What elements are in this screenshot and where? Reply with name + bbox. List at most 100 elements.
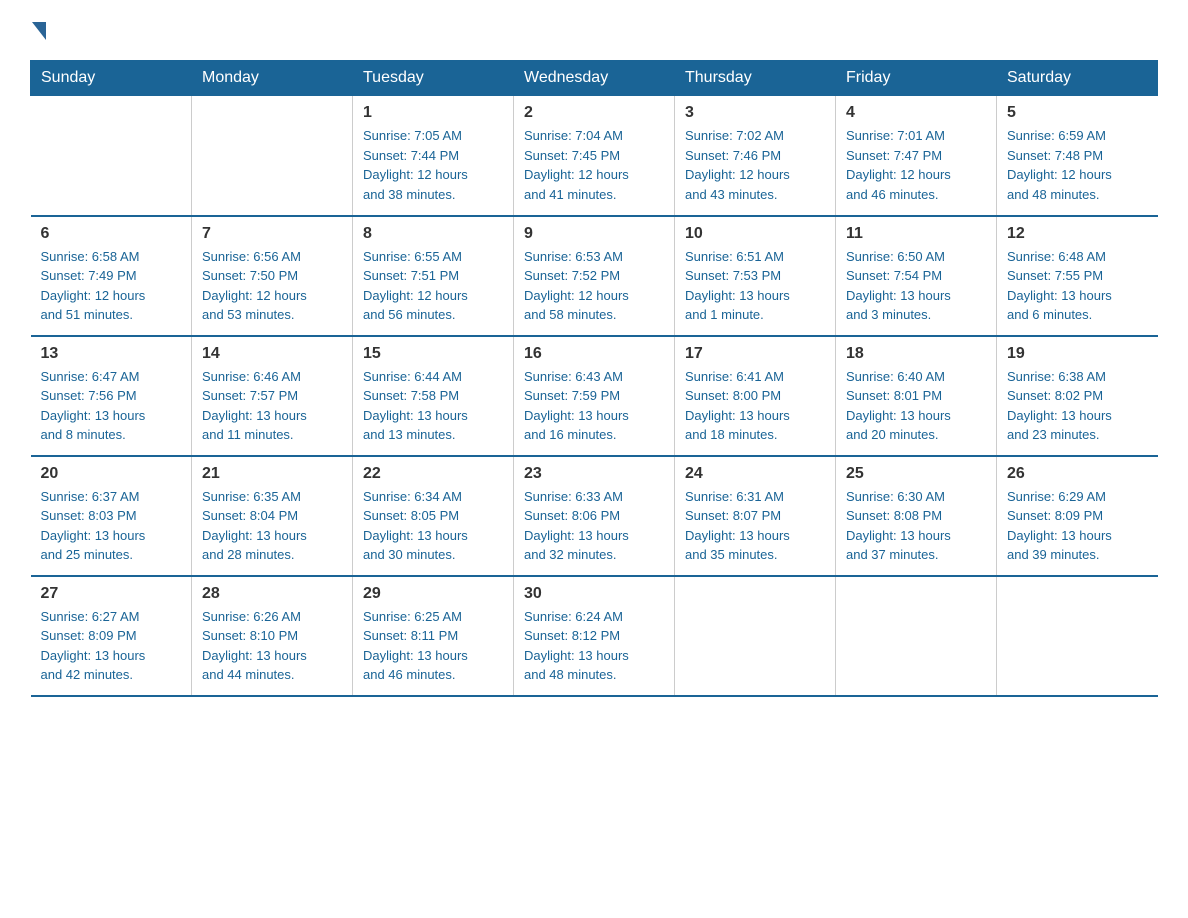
calendar-day-cell: 8 Sunrise: 6:55 AM Sunset: 7:51 PM Daylig… (353, 216, 514, 336)
day-info: Sunrise: 7:05 AM Sunset: 7:44 PM Dayligh… (363, 126, 503, 204)
calendar-day-cell: 30 Sunrise: 6:24 AM Sunset: 8:12 PM Dayli… (514, 576, 675, 696)
calendar-table: SundayMondayTuesdayWednesdayThursdayFrid… (30, 60, 1158, 697)
day-info: Sunrise: 6:38 AM Sunset: 8:02 PM Dayligh… (1007, 367, 1148, 445)
day-info: Sunrise: 6:31 AM Sunset: 8:07 PM Dayligh… (685, 487, 825, 565)
day-info: Sunrise: 6:27 AM Sunset: 8:09 PM Dayligh… (41, 607, 182, 685)
calendar-day-cell: 6 Sunrise: 6:58 AM Sunset: 7:49 PM Daylig… (31, 216, 192, 336)
calendar-week-row: 27 Sunrise: 6:27 AM Sunset: 8:09 PM Dayli… (31, 576, 1158, 696)
day-info: Sunrise: 6:26 AM Sunset: 8:10 PM Dayligh… (202, 607, 342, 685)
day-number: 27 (41, 585, 182, 603)
calendar-day-cell: 18Sunrise: 6:40 AM Sunset: 8:01 PM Dayli… (836, 336, 997, 456)
day-info: Sunrise: 7:01 AM Sunset: 7:47 PM Dayligh… (846, 126, 986, 204)
day-info: Sunrise: 7:04 AM Sunset: 7:45 PM Dayligh… (524, 126, 664, 204)
day-number: 28 (202, 585, 342, 603)
day-number: 9 (524, 225, 664, 243)
day-info: Sunrise: 6:37 AM Sunset: 8:03 PM Dayligh… (41, 487, 182, 565)
day-number: 5 (1007, 104, 1148, 122)
day-number: 26 (1007, 465, 1148, 483)
calendar-day-cell: 11Sunrise: 6:50 AM Sunset: 7:54 PM Dayli… (836, 216, 997, 336)
calendar-day-header: Friday (836, 61, 997, 96)
day-number: 1 (363, 104, 503, 122)
calendar-day-cell (192, 96, 353, 216)
calendar-day-cell: 23 Sunrise: 6:33 AM Sunset: 8:06 PM Dayli… (514, 456, 675, 576)
day-info: Sunrise: 6:29 AM Sunset: 8:09 PM Dayligh… (1007, 487, 1148, 565)
calendar-week-row: 6 Sunrise: 6:58 AM Sunset: 7:49 PM Daylig… (31, 216, 1158, 336)
page-header (30, 20, 1158, 40)
day-number: 25 (846, 465, 986, 483)
day-info: Sunrise: 6:34 AM Sunset: 8:05 PM Dayligh… (363, 487, 503, 565)
calendar-day-cell: 13 Sunrise: 6:47 AM Sunset: 7:56 PM Dayli… (31, 336, 192, 456)
day-info: Sunrise: 6:33 AM Sunset: 8:06 PM Dayligh… (524, 487, 664, 565)
day-number: 23 (524, 465, 664, 483)
day-number: 8 (363, 225, 503, 243)
calendar-day-cell: 9 Sunrise: 6:53 AM Sunset: 7:52 PM Daylig… (514, 216, 675, 336)
calendar-header-row: SundayMondayTuesdayWednesdayThursdayFrid… (31, 61, 1158, 96)
calendar-day-header: Wednesday (514, 61, 675, 96)
day-number: 6 (41, 225, 182, 243)
logo (30, 20, 46, 40)
day-info: Sunrise: 6:58 AM Sunset: 7:49 PM Dayligh… (41, 247, 182, 325)
calendar-day-cell (31, 96, 192, 216)
day-info: Sunrise: 6:47 AM Sunset: 7:56 PM Dayligh… (41, 367, 182, 445)
calendar-day-cell: 20 Sunrise: 6:37 AM Sunset: 8:03 PM Dayli… (31, 456, 192, 576)
calendar-week-row: 1 Sunrise: 7:05 AM Sunset: 7:44 PM Daylig… (31, 96, 1158, 216)
calendar-day-cell: 2Sunrise: 7:04 AM Sunset: 7:45 PM Daylig… (514, 96, 675, 216)
day-number: 19 (1007, 345, 1148, 363)
day-info: Sunrise: 6:50 AM Sunset: 7:54 PM Dayligh… (846, 247, 986, 325)
day-number: 12 (1007, 225, 1148, 243)
day-number: 17 (685, 345, 825, 363)
day-info: Sunrise: 6:25 AM Sunset: 8:11 PM Dayligh… (363, 607, 503, 685)
day-number: 21 (202, 465, 342, 483)
calendar-day-cell (997, 576, 1158, 696)
calendar-day-cell: 28 Sunrise: 6:26 AM Sunset: 8:10 PM Dayli… (192, 576, 353, 696)
calendar-week-row: 13 Sunrise: 6:47 AM Sunset: 7:56 PM Dayli… (31, 336, 1158, 456)
day-number: 3 (685, 104, 825, 122)
calendar-day-cell (675, 576, 836, 696)
calendar-week-row: 20 Sunrise: 6:37 AM Sunset: 8:03 PM Dayli… (31, 456, 1158, 576)
calendar-day-cell: 5Sunrise: 6:59 AM Sunset: 7:48 PM Daylig… (997, 96, 1158, 216)
day-info: Sunrise: 6:40 AM Sunset: 8:01 PM Dayligh… (846, 367, 986, 445)
calendar-day-header: Tuesday (353, 61, 514, 96)
day-info: Sunrise: 6:46 AM Sunset: 7:57 PM Dayligh… (202, 367, 342, 445)
logo-arrow-icon (32, 22, 46, 40)
day-number: 10 (685, 225, 825, 243)
day-number: 22 (363, 465, 503, 483)
calendar-day-cell: 27 Sunrise: 6:27 AM Sunset: 8:09 PM Dayli… (31, 576, 192, 696)
day-info: Sunrise: 6:43 AM Sunset: 7:59 PM Dayligh… (524, 367, 664, 445)
day-info: Sunrise: 6:24 AM Sunset: 8:12 PM Dayligh… (524, 607, 664, 685)
day-number: 30 (524, 585, 664, 603)
calendar-day-cell: 14 Sunrise: 6:46 AM Sunset: 7:57 PM Dayli… (192, 336, 353, 456)
day-info: Sunrise: 6:56 AM Sunset: 7:50 PM Dayligh… (202, 247, 342, 325)
day-info: Sunrise: 6:53 AM Sunset: 7:52 PM Dayligh… (524, 247, 664, 325)
calendar-day-cell: 26 Sunrise: 6:29 AM Sunset: 8:09 PM Dayli… (997, 456, 1158, 576)
day-number: 13 (41, 345, 182, 363)
day-info: Sunrise: 6:44 AM Sunset: 7:58 PM Dayligh… (363, 367, 503, 445)
day-number: 24 (685, 465, 825, 483)
calendar-day-cell: 16 Sunrise: 6:43 AM Sunset: 7:59 PM Dayli… (514, 336, 675, 456)
calendar-day-cell: 19 Sunrise: 6:38 AM Sunset: 8:02 PM Dayli… (997, 336, 1158, 456)
calendar-day-cell: 12Sunrise: 6:48 AM Sunset: 7:55 PM Dayli… (997, 216, 1158, 336)
calendar-day-cell: 7Sunrise: 6:56 AM Sunset: 7:50 PM Daylig… (192, 216, 353, 336)
calendar-day-cell (836, 576, 997, 696)
calendar-day-header: Sunday (31, 61, 192, 96)
day-number: 29 (363, 585, 503, 603)
calendar-day-header: Thursday (675, 61, 836, 96)
day-info: Sunrise: 6:30 AM Sunset: 8:08 PM Dayligh… (846, 487, 986, 565)
day-info: Sunrise: 6:55 AM Sunset: 7:51 PM Dayligh… (363, 247, 503, 325)
calendar-day-cell: 4 Sunrise: 7:01 AM Sunset: 7:47 PM Daylig… (836, 96, 997, 216)
calendar-day-cell: 24 Sunrise: 6:31 AM Sunset: 8:07 PM Dayli… (675, 456, 836, 576)
day-number: 14 (202, 345, 342, 363)
day-number: 16 (524, 345, 664, 363)
day-info: Sunrise: 6:35 AM Sunset: 8:04 PM Dayligh… (202, 487, 342, 565)
calendar-day-cell: 17Sunrise: 6:41 AM Sunset: 8:00 PM Dayli… (675, 336, 836, 456)
calendar-day-cell: 21 Sunrise: 6:35 AM Sunset: 8:04 PM Dayli… (192, 456, 353, 576)
calendar-day-cell: 29 Sunrise: 6:25 AM Sunset: 8:11 PM Dayli… (353, 576, 514, 696)
day-info: Sunrise: 6:51 AM Sunset: 7:53 PM Dayligh… (685, 247, 825, 325)
calendar-day-cell: 22 Sunrise: 6:34 AM Sunset: 8:05 PM Dayli… (353, 456, 514, 576)
day-info: Sunrise: 7:02 AM Sunset: 7:46 PM Dayligh… (685, 126, 825, 204)
day-number: 4 (846, 104, 986, 122)
calendar-day-cell: 10 Sunrise: 6:51 AM Sunset: 7:53 PM Dayli… (675, 216, 836, 336)
day-number: 20 (41, 465, 182, 483)
calendar-day-header: Saturday (997, 61, 1158, 96)
day-number: 15 (363, 345, 503, 363)
